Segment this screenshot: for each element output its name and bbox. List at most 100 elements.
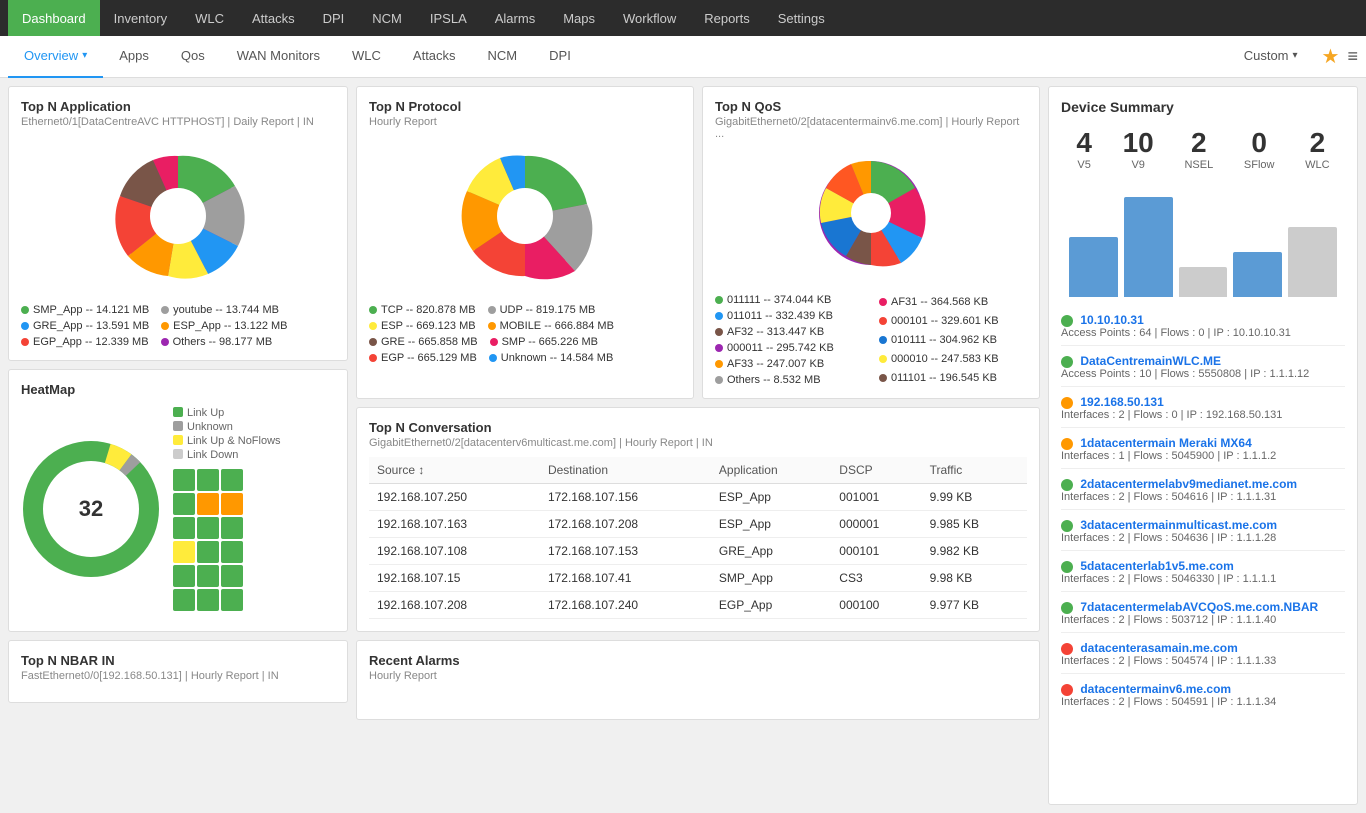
cell-source: 192.168.107.208 <box>369 592 540 619</box>
nav-workflow[interactable]: Workflow <box>609 0 690 36</box>
device-info: Interfaces : 1 | Flows : 5045900 | IP : … <box>1061 450 1345 462</box>
top-n-nbar-card: Top N NBAR IN FastEthernet0/0[192.168.50… <box>8 640 348 703</box>
nav-ncm[interactable]: NCM <box>358 0 416 36</box>
tab-overview[interactable]: Overview ▾ <box>8 36 103 78</box>
legend-item-linkdown: Link Down <box>173 449 335 461</box>
legend-item: 011101 -- 196.545 KB <box>879 371 997 386</box>
top-nav: Dashboard Inventory WLC Attacks DPI NCM … <box>0 0 1366 36</box>
top-n-application-subtitle: Ethernet0/1[DataCentreAVC HTTPHOST] | Da… <box>21 116 335 128</box>
cell-traffic: 9.985 KB <box>922 511 1027 538</box>
table-row: 192.168.107.15 172.168.107.41 SMP_App CS… <box>369 565 1027 592</box>
legend-dot <box>715 296 723 304</box>
legend-dot <box>369 354 377 362</box>
device-name[interactable]: 2datacentermelabv9medianet.me.com <box>1080 477 1297 491</box>
device-name[interactable]: 5datacenterlab1v5.me.com <box>1080 559 1233 573</box>
device-list-item: 3datacentermainmulticast.me.com Interfac… <box>1061 518 1345 551</box>
device-info: Interfaces : 2 | Flows : 504616 | IP : 1… <box>1061 491 1345 503</box>
legend-dot <box>369 306 377 314</box>
tab-wan-monitors[interactable]: WAN Monitors <box>221 36 336 78</box>
nav-reports[interactable]: Reports <box>690 0 764 36</box>
device-list-item: datacenterasamain.me.com Interfaces : 2 … <box>1061 641 1345 674</box>
nav-dpi[interactable]: DPI <box>309 0 359 36</box>
legend-item: 000101 -- 329.601 KB <box>879 313 999 328</box>
heatmap-cell <box>221 541 243 563</box>
device-name[interactable]: DataCentremainWLC.ME <box>1080 354 1221 368</box>
bar <box>1233 252 1282 297</box>
star-icon[interactable]: ★ <box>1322 44 1340 69</box>
bar-item <box>1288 227 1337 297</box>
device-status-icon <box>1061 684 1073 696</box>
device-name[interactable]: 1datacentermain Meraki MX64 <box>1080 436 1251 450</box>
tab-apps[interactable]: Apps <box>103 36 165 78</box>
nav-attacks[interactable]: Attacks <box>238 0 309 36</box>
heatmap-cell <box>221 565 243 587</box>
bar-item <box>1124 197 1173 297</box>
linkdown-color <box>173 449 183 459</box>
col-source[interactable]: Source ↕ <box>369 457 540 484</box>
center-top-row: Top N Protocol Hourly Report <box>356 86 1040 399</box>
bar-item <box>1233 252 1282 297</box>
col-application[interactable]: Application <box>711 457 831 484</box>
nav-inventory[interactable]: Inventory <box>100 0 181 36</box>
device-list-item: DataCentremainWLC.ME Access Points : 10 … <box>1061 354 1345 387</box>
nav-wlc[interactable]: WLC <box>181 0 238 36</box>
table-row: 192.168.107.163 172.168.107.208 ESP_App … <box>369 511 1027 538</box>
tab-wlc[interactable]: WLC <box>336 36 397 78</box>
device-name[interactable]: 3datacentermainmulticast.me.com <box>1080 518 1277 532</box>
top-n-conversation-subtitle: GigabitEthernet0/2[datacenterv6multicast… <box>369 437 1027 449</box>
nav-ipsla[interactable]: IPSLA <box>416 0 481 36</box>
device-summary-title: Device Summary <box>1061 99 1345 115</box>
legend-dot <box>21 338 29 346</box>
device-name[interactable]: 192.168.50.131 <box>1080 395 1163 409</box>
device-name[interactable]: 7datacentermelabAVCQoS.me.com.NBAR <box>1080 600 1318 614</box>
tab-dpi[interactable]: DPI <box>533 36 587 78</box>
legend-dot <box>161 338 169 346</box>
recent-alarms-subtitle: Hourly Report <box>369 670 1027 682</box>
nav-dashboard[interactable]: Dashboard <box>8 0 100 36</box>
second-nav: Overview ▾ Apps Qos WAN Monitors WLC Att… <box>0 36 1366 78</box>
device-name[interactable]: datacenterasamain.me.com <box>1080 641 1237 655</box>
device-info: Interfaces : 2 | Flows : 5046330 | IP : … <box>1061 573 1345 585</box>
tab-qos[interactable]: Qos <box>165 36 221 78</box>
heatmap-cell <box>173 541 195 563</box>
heatmap-cell <box>173 589 195 611</box>
chevron-down-icon: ▾ <box>82 50 87 61</box>
nav-maps[interactable]: Maps <box>549 0 609 36</box>
col-dscp[interactable]: DSCP <box>831 457 921 484</box>
heatmap-donut: 32 <box>21 439 161 579</box>
nav-settings[interactable]: Settings <box>764 0 839 36</box>
legend-dot <box>879 317 887 325</box>
col-destination[interactable]: Destination <box>540 457 711 484</box>
device-status-icon <box>1061 397 1073 409</box>
bar-item <box>1179 267 1228 297</box>
col-traffic[interactable]: Traffic <box>922 457 1027 484</box>
second-nav-right: Custom ▾ ★ ≡ <box>1228 36 1358 78</box>
legend-item: SMP_App -- 14.121 MB <box>21 304 149 316</box>
qos-legend-right: AF31 -- 364.568 KB 000101 -- 329.601 KB … <box>879 294 1027 386</box>
legend-item: Others -- 98.177 MB <box>161 336 273 348</box>
tab-custom[interactable]: Custom ▾ <box>1228 36 1314 78</box>
heatmap-cell <box>197 493 219 515</box>
top-n-qos-card: Top N QoS GigabitEthernet0/2[datacenterm… <box>702 86 1040 399</box>
device-info: Interfaces : 2 | Flows : 503712 | IP : 1… <box>1061 614 1345 626</box>
device-info: Interfaces : 2 | Flows : 0 | IP : 192.16… <box>1061 409 1345 421</box>
device-name[interactable]: 10.10.10.31 <box>1080 313 1143 327</box>
cell-dscp: 000101 <box>831 538 921 565</box>
tab-ncm[interactable]: NCM <box>472 36 534 78</box>
device-name[interactable]: datacentermainv6.me.com <box>1080 682 1231 696</box>
top-n-protocol-subtitle: Hourly Report <box>369 116 681 128</box>
nav-alarms[interactable]: Alarms <box>481 0 549 36</box>
cell-source: 192.168.107.15 <box>369 565 540 592</box>
tab-attacks[interactable]: Attacks <box>397 36 472 78</box>
cell-application: EGP_App <box>711 592 831 619</box>
heatmap-grid <box>173 469 335 611</box>
device-status-icon <box>1061 643 1073 655</box>
device-status-icon <box>1061 356 1073 368</box>
legend-item: Unknown -- 14.584 MB <box>489 352 614 364</box>
legend-item: 011111 -- 374.044 KB <box>715 294 831 306</box>
left-column: Top N Application Ethernet0/1[DataCentre… <box>8 86 348 805</box>
heatmap-title: HeatMap <box>21 382 335 397</box>
device-status-icon <box>1061 520 1073 532</box>
menu-icon[interactable]: ≡ <box>1347 46 1358 67</box>
legend-item: AF32 -- 313.447 KB <box>715 326 824 338</box>
